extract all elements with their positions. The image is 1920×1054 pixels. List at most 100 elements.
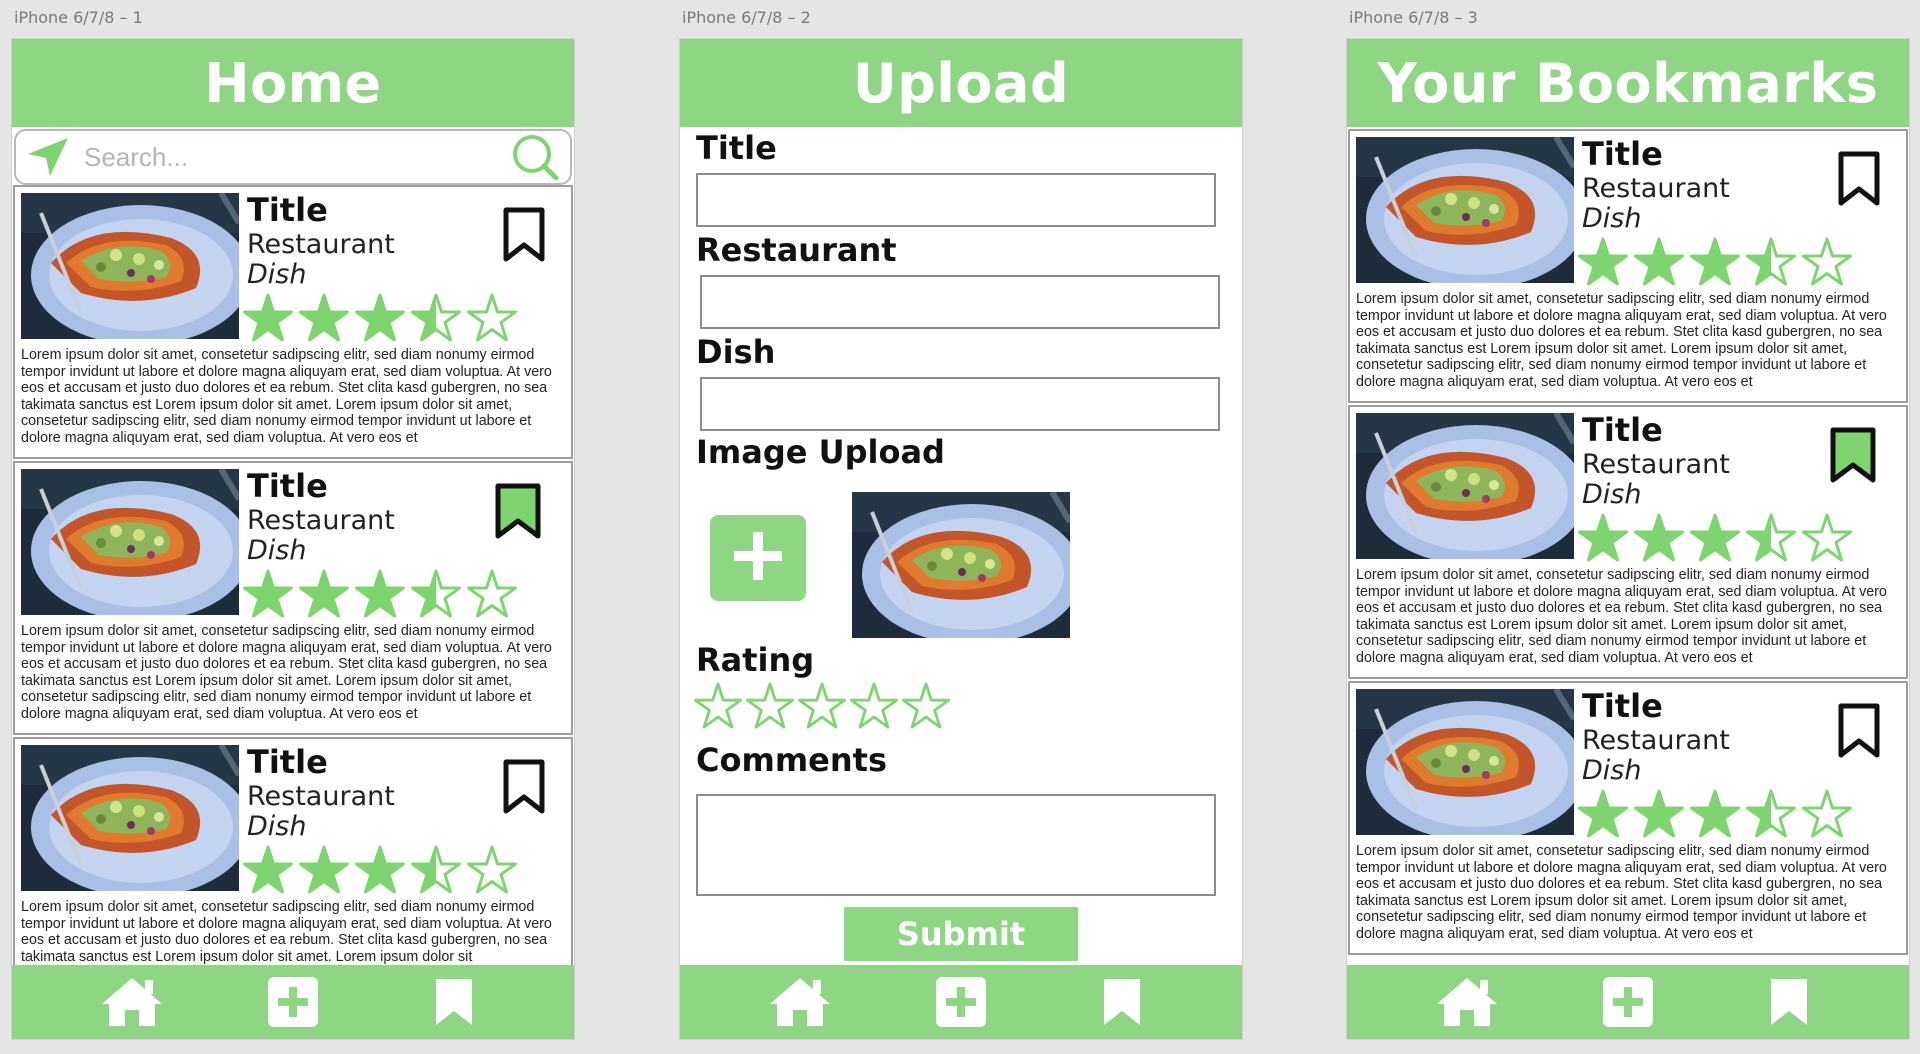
card-rating (243, 569, 517, 619)
card-restaurant: Restaurant (1582, 449, 1730, 480)
bookmark-card[interactable]: Title Restaurant Dish Lorem ipsum dolor sit… (1348, 681, 1908, 955)
dish-input[interactable] (700, 377, 1220, 431)
card-dish: Dish (247, 259, 307, 290)
plus-icon (267, 976, 319, 1028)
upload-header: Upload (680, 39, 1242, 127)
upload-screen: Upload Title Restaurant Dish Image Uploa… (679, 38, 1243, 1040)
nav-home-button[interactable] (1432, 972, 1502, 1032)
star-icon (243, 845, 293, 895)
bottom-nav (1347, 965, 1909, 1039)
search-icon[interactable] (510, 132, 560, 182)
bookmark-icon[interactable] (1828, 427, 1878, 483)
nav-upload-button[interactable] (1593, 972, 1663, 1032)
star-icon (1690, 789, 1740, 839)
card-dish: Dish (1582, 203, 1642, 234)
card-rating (243, 293, 517, 343)
star-icon[interactable] (850, 682, 898, 730)
card-restaurant: Restaurant (1582, 725, 1730, 756)
uploaded-image-preview[interactable] (852, 490, 1082, 644)
bottom-nav (12, 965, 574, 1039)
food-photo (21, 745, 239, 891)
nav-bookmarks-button[interactable] (1754, 972, 1824, 1032)
star-icon (1802, 789, 1852, 839)
plus-icon (935, 976, 987, 1028)
bookmark-card[interactable]: Title Restaurant Dish Lorem ipsum dolor sit… (1348, 405, 1908, 679)
card-restaurant: Restaurant (1582, 173, 1730, 204)
star-icon (1578, 237, 1628, 287)
bookmark-icon[interactable] (499, 207, 549, 263)
artboard-label-2: iPhone 6/7/8 – 2 (682, 8, 811, 27)
submit-button[interactable]: Submit (844, 907, 1078, 961)
dish-label: Dish (696, 333, 776, 371)
bookmarks-screen: Your Bookmarks Title Restaurant Dish Lorem … (1346, 38, 1910, 1040)
home-icon (768, 974, 832, 1030)
home-screen: Home TitleRestaurantDishLorem ipsum dolo… (11, 38, 575, 1040)
location-arrow-icon[interactable] (26, 136, 70, 178)
rating-input[interactable] (694, 682, 950, 730)
page-title: Upload (852, 51, 1070, 115)
card-description: Lorem ipsum dolor sit amet, consetetur s… (1356, 567, 1887, 666)
bookmark-icon (434, 977, 474, 1027)
food-photo (1356, 137, 1574, 283)
card-restaurant: Restaurant (247, 505, 395, 536)
bookmarks-list: Title Restaurant Dish Lorem ipsum dolor sit… (1347, 127, 1909, 955)
star-icon (243, 569, 293, 619)
star-icon (1802, 237, 1852, 287)
star-icon (467, 293, 517, 343)
bookmark-icon[interactable] (1834, 151, 1884, 207)
star-icon (1634, 513, 1684, 563)
star-icon[interactable] (746, 682, 794, 730)
comments-label: Comments (696, 741, 887, 779)
star-icon (1690, 237, 1740, 287)
card-description: Lorem ipsum dolor sit amet, consetetur s… (1356, 843, 1887, 942)
star-icon (1634, 789, 1684, 839)
nav-bookmarks-button[interactable] (419, 972, 489, 1032)
bottom-nav (680, 965, 1242, 1039)
card-restaurant: Restaurant (247, 229, 395, 260)
add-image-button[interactable] (710, 515, 806, 601)
bookmark-card[interactable]: Title Restaurant Dish Lorem ipsum dolor sit… (1348, 129, 1908, 403)
nav-home-button[interactable] (97, 972, 167, 1032)
feed-card[interactable]: Title Restaurant Dish Lorem ipsum dolor sit… (13, 461, 573, 735)
bookmark-icon[interactable] (1834, 703, 1884, 759)
food-photo (1356, 689, 1574, 835)
card-description: Lorem ipsum dolor sit amet, consetetur s… (21, 623, 552, 722)
card-title: Title (1582, 135, 1663, 173)
home-icon (100, 974, 164, 1030)
restaurant-label: Restaurant (696, 231, 897, 269)
star-icon (299, 293, 349, 343)
star-icon (1746, 237, 1796, 287)
star-icon[interactable] (902, 682, 950, 730)
search-input[interactable] (70, 141, 510, 173)
card-rating (1578, 789, 1852, 839)
food-photo (21, 193, 239, 339)
card-title: Title (247, 467, 328, 505)
nav-upload-button[interactable] (258, 972, 328, 1032)
home-header: Home (12, 39, 574, 127)
star-icon (1578, 789, 1628, 839)
food-photo (21, 469, 239, 615)
bookmark-icon (1102, 977, 1142, 1027)
comments-textarea[interactable] (696, 794, 1216, 896)
nav-upload-button[interactable] (926, 972, 996, 1032)
card-title: Title (1582, 687, 1663, 725)
star-icon (1578, 513, 1628, 563)
nav-home-button[interactable] (765, 972, 835, 1032)
card-title: Title (247, 743, 328, 781)
restaurant-input[interactable] (700, 275, 1220, 329)
title-label: Title (696, 129, 777, 167)
title-input[interactable] (696, 173, 1216, 227)
card-title: Title (247, 191, 328, 229)
star-icon (1690, 513, 1740, 563)
feed-card[interactable]: Title Restaurant Dish Lorem ipsum dolor sit… (13, 185, 573, 459)
star-icon (299, 845, 349, 895)
card-restaurant: Restaurant (247, 781, 395, 812)
bookmark-icon[interactable] (499, 759, 549, 815)
card-dish: Dish (247, 811, 307, 842)
bookmarks-header: Your Bookmarks (1347, 39, 1909, 127)
image-upload-label: Image Upload (696, 433, 945, 471)
bookmark-icon[interactable] (493, 483, 543, 539)
star-icon[interactable] (694, 682, 742, 730)
nav-bookmarks-button[interactable] (1087, 972, 1157, 1032)
star-icon[interactable] (798, 682, 846, 730)
